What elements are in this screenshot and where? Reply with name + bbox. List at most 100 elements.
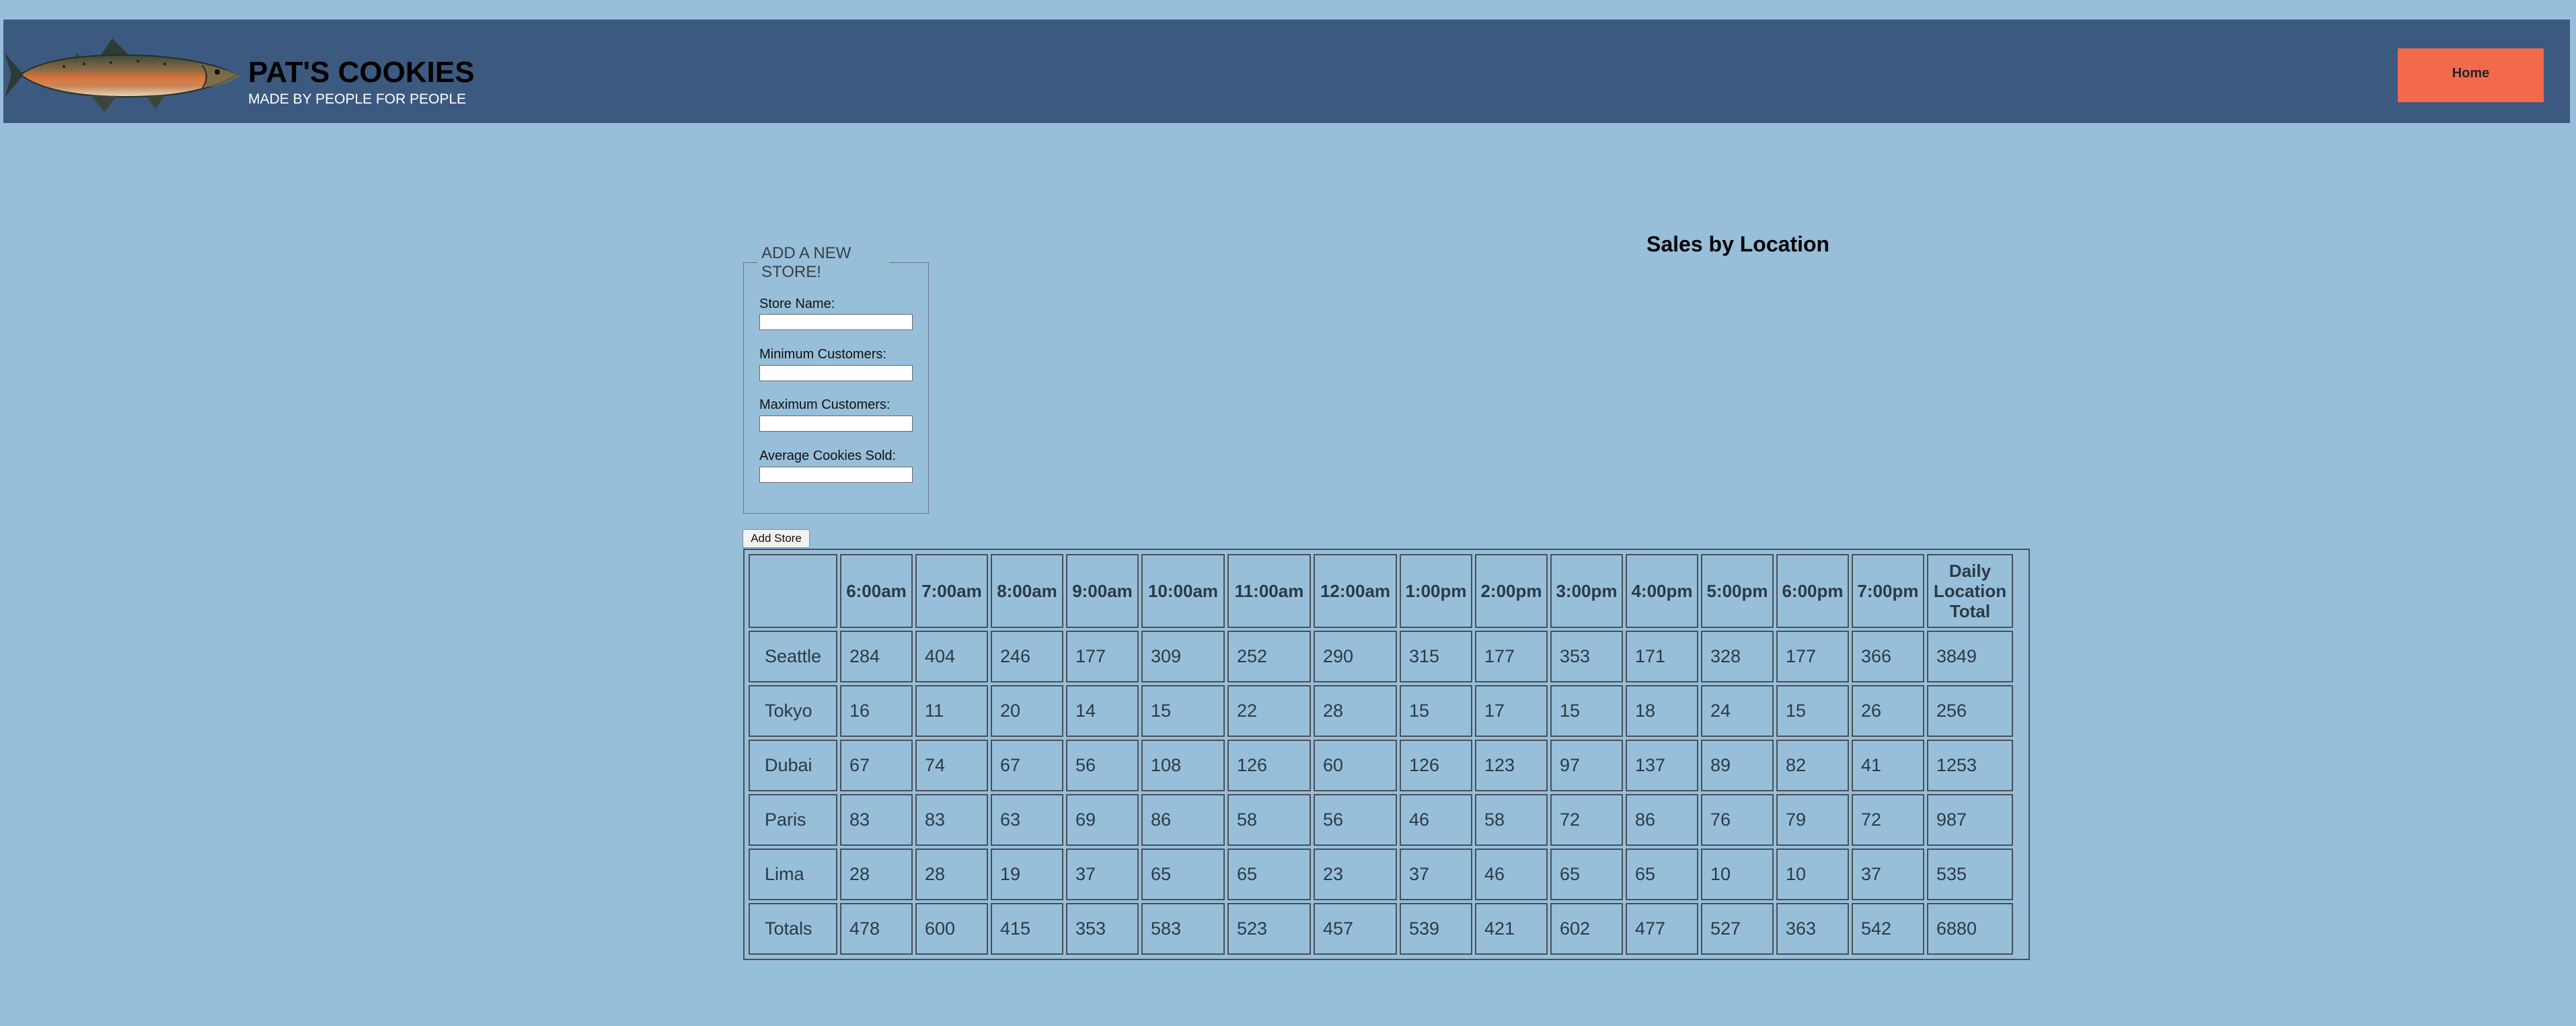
hourly-sales-cell: 15 bbox=[1776, 685, 1849, 737]
table-header-cell: 8:00am bbox=[991, 554, 1063, 628]
hourly-sales-cell: 72 bbox=[1550, 794, 1623, 846]
hourly-sales-cell: 15 bbox=[1141, 685, 1225, 737]
min-customers-input[interactable] bbox=[759, 365, 913, 381]
daily-total-cell: 535 bbox=[1927, 849, 2013, 900]
hourly-sales-cell: 246 bbox=[991, 631, 1063, 682]
hourly-sales-cell: 404 bbox=[915, 631, 988, 682]
max-customers-input[interactable] bbox=[759, 416, 913, 432]
hourly-sales-cell: 477 bbox=[1626, 903, 1698, 955]
daily-total-cell: 6880 bbox=[1927, 903, 2013, 955]
hourly-sales-cell: 328 bbox=[1701, 631, 1774, 682]
hourly-sales-cell: 24 bbox=[1701, 685, 1774, 737]
max-customers-label: Maximum Customers: bbox=[759, 397, 891, 412]
hourly-sales-cell: 46 bbox=[1400, 794, 1472, 846]
hourly-sales-cell: 83 bbox=[840, 794, 913, 846]
hourly-sales-cell: 16 bbox=[840, 685, 913, 737]
table-header-cell: 4:00pm bbox=[1626, 554, 1698, 628]
hourly-sales-cell: 28 bbox=[1314, 685, 1397, 737]
hourly-sales-cell: 28 bbox=[915, 849, 988, 900]
avg-cookies-input[interactable] bbox=[759, 467, 913, 483]
hourly-sales-cell: 37 bbox=[1852, 849, 1924, 900]
hourly-sales-cell: 74 bbox=[915, 740, 988, 791]
hourly-sales-cell: 126 bbox=[1400, 740, 1472, 791]
table-row: Seattle 284 404 246 177 309 252 290 315 177 353 171… bbox=[749, 631, 2013, 682]
store-name-cell: Tokyo bbox=[749, 685, 837, 737]
hourly-sales-cell: 65 bbox=[1141, 849, 1225, 900]
hourly-sales-cell: 415 bbox=[991, 903, 1063, 955]
hourly-sales-cell: 539 bbox=[1400, 903, 1472, 955]
hourly-sales-cell: 86 bbox=[1141, 794, 1225, 846]
hourly-sales-cell: 14 bbox=[1066, 685, 1139, 737]
store-name-cell: Lima bbox=[749, 849, 837, 900]
hourly-sales-cell: 67 bbox=[840, 740, 913, 791]
hourly-sales-cell: 602 bbox=[1550, 903, 1623, 955]
table-row: Tokyo 16 11 20 14 15 22 28 15 17 15 18 24 15 26 256 bbox=[749, 685, 2013, 737]
table-row: Paris 83 83 63 69 86 58 56 46 58 72 86 76 79 72 987 bbox=[749, 794, 2013, 846]
hourly-sales-cell: 20 bbox=[991, 685, 1063, 737]
table-header-cell: 5:00pm bbox=[1701, 554, 1774, 628]
hourly-sales-cell: 97 bbox=[1550, 740, 1623, 791]
sales-table: 6:00am 7:00am 8:00am 9:00am 10:00am 11:00am 12… bbox=[746, 551, 2016, 957]
table-header-cell: Daily Location Total bbox=[1927, 554, 2013, 628]
hourly-sales-cell: 108 bbox=[1141, 740, 1225, 791]
hourly-sales-cell: 123 bbox=[1475, 740, 1548, 791]
table-header-cell: 7:00pm bbox=[1852, 554, 1924, 628]
brand-title: PAT'S COOKIES bbox=[248, 56, 475, 89]
hourly-sales-cell: 79 bbox=[1776, 794, 1849, 846]
hourly-sales-cell: 284 bbox=[840, 631, 913, 682]
hourly-sales-cell: 527 bbox=[1701, 903, 1774, 955]
hourly-sales-cell: 63 bbox=[991, 794, 1063, 846]
sales-table-container: 6:00am 7:00am 8:00am 9:00am 10:00am 11:00am 12… bbox=[743, 549, 2030, 960]
hourly-sales-cell: 177 bbox=[1776, 631, 1849, 682]
store-name-cell: Paris bbox=[749, 794, 837, 846]
hourly-sales-cell: 126 bbox=[1227, 740, 1311, 791]
sales-table-title: Sales by Location bbox=[1646, 232, 1830, 256]
hourly-sales-cell: 65 bbox=[1227, 849, 1311, 900]
hourly-sales-cell: 26 bbox=[1852, 685, 1924, 737]
hourly-sales-cell: 65 bbox=[1550, 849, 1623, 900]
hourly-sales-cell: 353 bbox=[1550, 631, 1623, 682]
hourly-sales-cell: 366 bbox=[1852, 631, 1924, 682]
hourly-sales-cell: 15 bbox=[1400, 685, 1472, 737]
hourly-sales-cell: 523 bbox=[1227, 903, 1311, 955]
hourly-sales-cell: 89 bbox=[1701, 740, 1774, 791]
hourly-sales-cell: 69 bbox=[1066, 794, 1139, 846]
table-header-cell: 12:00am bbox=[1314, 554, 1397, 628]
table-header-cell: 10:00am bbox=[1141, 554, 1225, 628]
avg-cookies-label: Average Cookies Sold: bbox=[759, 448, 897, 463]
store-name-label: Store Name: bbox=[759, 297, 835, 311]
table-header-corner bbox=[749, 554, 837, 628]
store-name-input[interactable] bbox=[759, 314, 913, 330]
hourly-sales-cell: 56 bbox=[1066, 740, 1139, 791]
table-row: Dubai 67 74 67 56 108 126 60 126 123 97 137 89 82 41 12… bbox=[749, 740, 2013, 791]
min-customers-label: Minimum Customers: bbox=[759, 347, 886, 362]
hourly-sales-cell: 72 bbox=[1852, 794, 1924, 846]
table-header-cell: 7:00am bbox=[915, 554, 988, 628]
hourly-sales-cell: 309 bbox=[1141, 631, 1225, 682]
hourly-sales-cell: 37 bbox=[1066, 849, 1139, 900]
hourly-sales-cell: 86 bbox=[1626, 794, 1698, 846]
store-name-cell: Seattle bbox=[749, 631, 837, 682]
table-header-row: 6:00am 7:00am 8:00am 9:00am 10:00am 11:00am 12… bbox=[749, 554, 2013, 628]
hourly-sales-cell: 353 bbox=[1066, 903, 1139, 955]
hourly-sales-cell: 83 bbox=[915, 794, 988, 846]
hourly-sales-cell: 600 bbox=[915, 903, 988, 955]
hourly-sales-cell: 137 bbox=[1626, 740, 1698, 791]
hourly-sales-cell: 10 bbox=[1701, 849, 1774, 900]
hourly-sales-cell: 252 bbox=[1227, 631, 1311, 682]
hourly-sales-cell: 15 bbox=[1550, 685, 1623, 737]
table-header-cell: 2:00pm bbox=[1475, 554, 1548, 628]
hourly-sales-cell: 421 bbox=[1475, 903, 1548, 955]
daily-total-cell: 1253 bbox=[1927, 740, 2013, 791]
home-button[interactable]: Home bbox=[2398, 48, 2544, 102]
hourly-sales-cell: 23 bbox=[1314, 849, 1397, 900]
site-header: PAT'S COOKIES MADE BY PEOPLE FOR PEOPLE … bbox=[3, 19, 2570, 123]
add-store-button[interactable]: Add Store bbox=[743, 529, 810, 548]
hourly-sales-cell: 37 bbox=[1400, 849, 1472, 900]
hourly-sales-cell: 58 bbox=[1475, 794, 1548, 846]
table-header-cell: 3:00pm bbox=[1550, 554, 1623, 628]
hourly-sales-cell: 290 bbox=[1314, 631, 1397, 682]
hourly-sales-cell: 56 bbox=[1314, 794, 1397, 846]
hourly-sales-cell: 19 bbox=[991, 849, 1063, 900]
hourly-sales-cell: 10 bbox=[1776, 849, 1849, 900]
